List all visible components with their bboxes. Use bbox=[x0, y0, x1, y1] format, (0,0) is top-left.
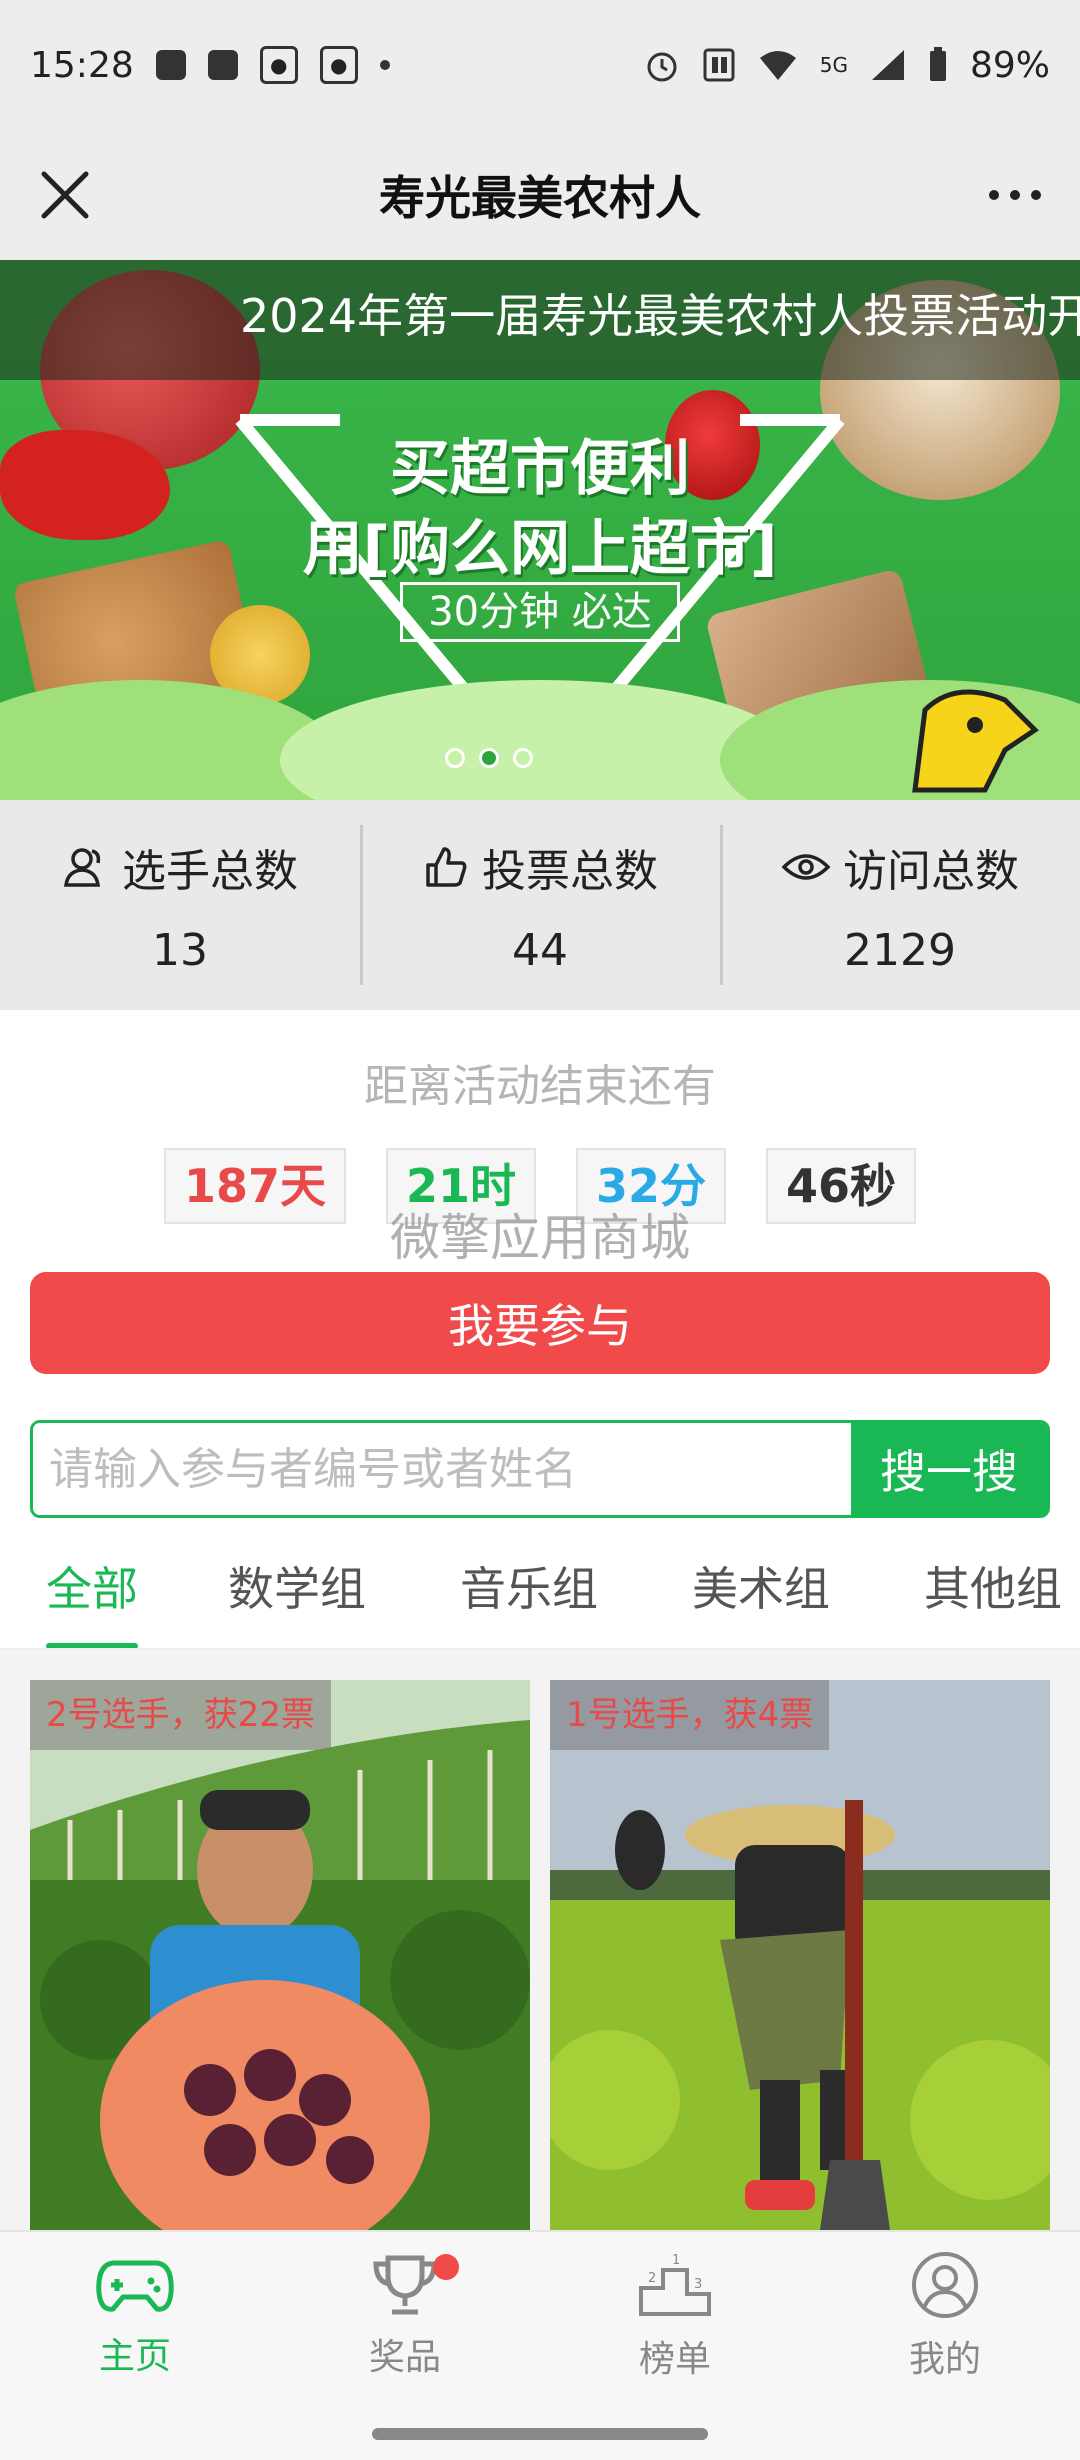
contestant-grid: 2号选手，获22票 1号选手，获4票 bbox=[0, 1650, 1080, 2230]
contestant-photo bbox=[550, 1680, 1050, 2230]
wifi-icon bbox=[759, 51, 796, 80]
page-title: 寿光最美农村人 bbox=[379, 171, 701, 225]
more-options-icon[interactable] bbox=[980, 160, 1050, 230]
nfc-icon bbox=[703, 48, 735, 82]
tabbar-profile[interactable]: 我的 bbox=[810, 2232, 1080, 2400]
contestant-badge: 1号选手，获4票 bbox=[550, 1680, 830, 1750]
thumbs-up-icon bbox=[426, 846, 467, 887]
watermark-text: 微擎应用商城 bbox=[390, 1209, 690, 1267]
svg-text:3: 3 bbox=[694, 2277, 702, 2292]
stat-contestants: 选手总数 13 bbox=[0, 800, 360, 1010]
countdown-title: 距离活动结束还有 bbox=[364, 1061, 716, 1112]
search-input[interactable] bbox=[33, 1423, 851, 1515]
tabbar-ranking[interactable]: 1 2 3 榜单 bbox=[540, 2232, 810, 2400]
stat-label: 选手总数 bbox=[122, 845, 298, 897]
carousel-dots bbox=[445, 748, 533, 768]
profile-icon bbox=[912, 2252, 978, 2318]
banner-carousel[interactable]: 2024年第一届寿光最美农村人投票活动开始 买超市便利 用[购么网上超市] 30… bbox=[0, 260, 1080, 800]
trophy-icon bbox=[373, 2255, 437, 2315]
tab-math[interactable]: 数学组 bbox=[228, 1535, 366, 1648]
paw-icon-2: ● bbox=[319, 46, 358, 84]
carousel-dot-2[interactable] bbox=[479, 748, 499, 768]
alert-icon bbox=[207, 50, 238, 80]
user-icon bbox=[63, 847, 101, 887]
status-right: 5G 89% bbox=[644, 45, 1050, 86]
tabbar-label: 奖品 bbox=[368, 2337, 441, 2378]
tab-art[interactable]: 美术组 bbox=[692, 1535, 830, 1648]
dog-mascot-icon bbox=[912, 689, 1039, 793]
tabbar-home[interactable]: 主页 bbox=[0, 2232, 270, 2400]
announcement-marquee: 2024年第一届寿光最美农村人投票活动开始 bbox=[240, 289, 1080, 343]
stat-value: 44 bbox=[512, 924, 568, 976]
stat-label: 投票总数 bbox=[482, 845, 658, 897]
carousel-dot-3[interactable] bbox=[513, 748, 533, 768]
status-bar: 15:28 ● ● 5G 89% bbox=[0, 0, 1080, 130]
stat-label-row: 投票总数 bbox=[422, 835, 658, 899]
home-indicator-bar[interactable] bbox=[372, 2428, 708, 2440]
message-icon bbox=[155, 50, 186, 80]
bottom-tab-bar: 主页 奖品 1 2 3 榜单 我的 bbox=[0, 2230, 1080, 2400]
home-indicator bbox=[0, 2400, 1080, 2460]
category-tabs: 全部 数学组 音乐组 美术组 其他组 bbox=[0, 1535, 1080, 1650]
banner-tagline: 30分钟 必达 bbox=[400, 582, 680, 642]
stat-label-row: 访问总数 bbox=[781, 835, 1019, 899]
banner-headline: 买超市便利 bbox=[390, 434, 690, 504]
contestant-card[interactable]: 2号选手，获22票 bbox=[30, 1680, 530, 2230]
join-button[interactable]: 我要参与 bbox=[30, 1272, 1050, 1374]
network-label: 5G bbox=[819, 53, 848, 77]
stat-value: 13 bbox=[152, 924, 208, 976]
status-left: 15:28 ● ● bbox=[30, 45, 390, 86]
tabbar-label: 主页 bbox=[98, 2336, 171, 2377]
svg-text:2: 2 bbox=[648, 2271, 656, 2286]
status-time: 15:28 bbox=[30, 44, 134, 86]
battery-level: 89% bbox=[969, 44, 1050, 86]
contestant-card[interactable]: 1号选手，获4票 bbox=[550, 1680, 1050, 2230]
nav-bar: 寿光最美农村人 bbox=[0, 130, 1080, 260]
stat-label-row: 选手总数 bbox=[62, 835, 298, 899]
tabbar-label: 我的 bbox=[908, 2339, 981, 2380]
tab-all[interactable]: 全部 bbox=[46, 1535, 138, 1648]
stat-votes: 投票总数 44 bbox=[360, 800, 720, 1010]
battery-icon bbox=[929, 47, 946, 81]
tab-music[interactable]: 音乐组 bbox=[460, 1535, 598, 1648]
paw-icon: ● bbox=[259, 46, 298, 84]
tabbar-label: 榜单 bbox=[638, 2339, 711, 2380]
contestant-badge: 2号选手，获22票 bbox=[30, 1680, 331, 1750]
stat-visits: 访问总数 2129 bbox=[720, 800, 1080, 1010]
eye-icon bbox=[781, 853, 831, 880]
tabbar-prizes[interactable]: 奖品 bbox=[270, 2232, 540, 2400]
stat-value: 2129 bbox=[844, 924, 956, 976]
more-notifications-icon bbox=[379, 60, 390, 70]
svg-text:1: 1 bbox=[672, 2253, 680, 2268]
podium-icon: 1 2 3 bbox=[639, 2253, 711, 2316]
notification-dot bbox=[433, 2254, 459, 2280]
banner-subheadline: 用[购么网上超市] bbox=[302, 514, 778, 584]
stat-label: 访问总数 bbox=[843, 845, 1019, 897]
search-bar: 搜一搜 bbox=[30, 1420, 1050, 1518]
stats-panel: 选手总数 13 投票总数 44 访问总数 2129 bbox=[0, 800, 1080, 1010]
contestant-photo bbox=[30, 1680, 530, 2230]
signal-icon bbox=[871, 50, 904, 80]
close-icon[interactable] bbox=[30, 160, 100, 230]
tab-other[interactable]: 其他组 bbox=[924, 1535, 1062, 1648]
gamepad-icon bbox=[96, 2260, 174, 2312]
carousel-dot-1[interactable] bbox=[445, 748, 465, 768]
alarm-icon bbox=[647, 52, 677, 82]
search-button[interactable]: 搜一搜 bbox=[851, 1423, 1047, 1515]
